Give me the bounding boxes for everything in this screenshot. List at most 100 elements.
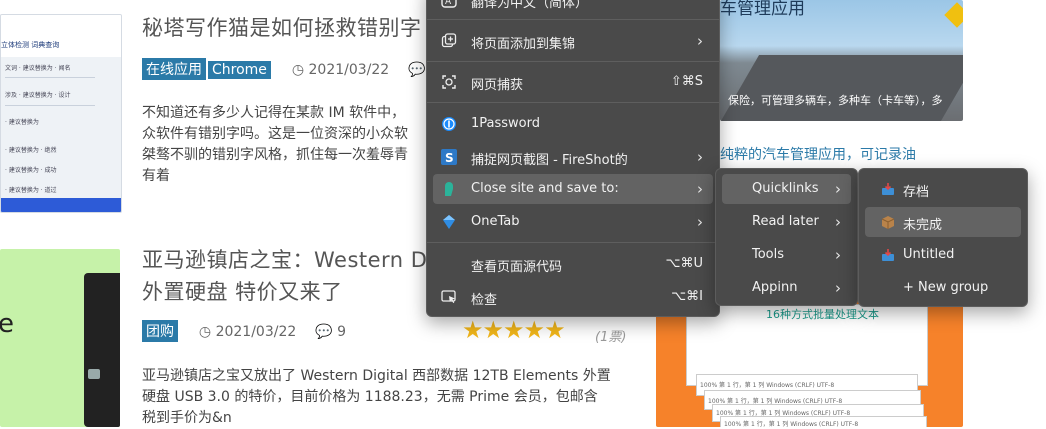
menu-item-label: OneTab	[471, 214, 520, 229]
quicklinks-submenu: 存档 未完成 Untitled + New group	[858, 168, 1028, 307]
tag-link[interactable]: 团购	[142, 320, 178, 342]
post1-thumbnail[interactable]: 立体检测 词典查询 文词 · 建议替换为 · 闻名 涉及 · 建议替换为 · 设…	[0, 14, 122, 213]
chevron-right-icon: ›	[697, 180, 703, 198]
thumbnail-row: · 建议替换为	[5, 119, 39, 126]
menu-shortcut: ⇧⌘S	[670, 74, 703, 89]
menu-separator	[427, 102, 719, 103]
thumbnail-title: 车管理应用	[720, 0, 805, 19]
chevron-right-icon: ›	[697, 148, 703, 166]
post-meta: 在线应用Chrome ◷ 2021/03/22 💬 16	[142, 58, 448, 80]
menu-item-label: 捕捉网页截图 - FireShot的	[471, 153, 628, 168]
submenu-item-tools[interactable]: Tools ›	[722, 240, 851, 270]
menu-item-translate[interactable]: A 翻译为中文（简体）	[433, 0, 713, 15]
car-app-thumbnail[interactable]: 车管理应用 保险，可管理多辆车，多种车（卡车等），多	[720, 0, 963, 121]
menu-item-onetab[interactable]: OneTab ›	[433, 207, 713, 237]
thumbnail-row: · 建议替换为 · 成功	[5, 167, 57, 174]
1password-icon	[441, 116, 457, 132]
chevron-right-icon: ›	[697, 213, 703, 231]
thumbnail-text: e	[0, 309, 14, 339]
status-line: 100% 第 1 行，第 1 列 Windows (CRLF) UTF-8	[724, 421, 859, 427]
vote-count: (1票)	[595, 330, 627, 345]
text-tool-thumbnail[interactable]: 16种方式批量处理文本 100% 第 1 行，第 1 列 Windows (CR…	[656, 300, 963, 427]
menu-item-label: Close site and save to:	[471, 181, 619, 196]
menu-shortcut: ⌥⌘U	[665, 256, 704, 271]
post-excerpt: 亚马逊镇店之宝又放出了 Western Digital 西部数据 12TB El…	[142, 366, 642, 429]
sidebar-excerpt[interactable]: 纯粹的汽车管理应用，可记录油	[720, 144, 916, 164]
post-meta: 团购 ◷ 2021/03/22 💬 9	[142, 320, 346, 342]
menu-item-close-site-and-save[interactable]: Close site and save to: ›	[433, 174, 713, 204]
divider	[5, 77, 95, 78]
menu-shortcut: ⌥⌘I	[671, 289, 703, 304]
menu-item-web-capture[interactable]: 网页捕获 ⇧⌘S	[433, 67, 713, 97]
menu-item-inspect[interactable]: 检查 ⌥⌘I	[433, 282, 713, 312]
submenu-item-quicklinks[interactable]: Quicklinks ›	[722, 174, 851, 204]
thumbnail-caption: 保险，可管理多辆车，多种车（卡车等），多	[728, 94, 943, 107]
comment-icon: 💬	[408, 62, 426, 78]
menu-item-label: Appinn	[752, 280, 798, 295]
closesite-icon	[441, 181, 457, 197]
fireshot-icon: S	[441, 149, 457, 165]
inspect-icon	[441, 289, 457, 305]
translate-icon: A	[441, 0, 457, 8]
chevron-right-icon: ›	[835, 246, 841, 264]
submenu-item-appinn[interactable]: Appinn ›	[722, 273, 851, 303]
excerpt-line: 亚马逊镇店之宝又放出了 Western Digital 西部数据 12TB El…	[142, 368, 611, 384]
post-excerpt: 不知道还有多少人记得在某款 IM 软件中， 众软件有错别字吗。这是一位资深的小众…	[142, 103, 432, 187]
menu-item-fireshot[interactable]: S 捕捉网页截图 - FireShot的 ›	[433, 142, 713, 172]
tag-link[interactable]: 在线应用	[142, 58, 206, 80]
onetab-icon	[441, 214, 457, 230]
post-title[interactable]: 秘塔写作猫是如何拯救错别字	[142, 12, 422, 42]
thumbnail-footer	[1, 198, 121, 212]
thumbnail-row: 涉及 · 建议替换为 · 设计	[5, 92, 71, 99]
package-icon	[881, 215, 895, 229]
menu-item-label: 网页捕获	[471, 78, 524, 93]
menu-item-view-source[interactable]: 查看页面源代码 ⌥⌘U	[433, 249, 713, 279]
post2-thumbnail[interactable]: e	[0, 249, 120, 427]
submenu-item-read-later[interactable]: Read later ›	[722, 207, 851, 237]
menu-item-label: Read later	[752, 214, 819, 229]
menu-item-label: 将页面添加到集锦	[471, 37, 576, 52]
inbox-tray-icon	[881, 182, 895, 196]
menu-item-label: 存档	[903, 185, 930, 200]
post-title-line2[interactable]: 外置硬盘 特价又来了	[142, 276, 343, 306]
clock-icon: ◷	[198, 324, 212, 340]
thumbnail-row: · 建议替换为 · 绝然	[5, 147, 57, 154]
comment-icon: 💬	[315, 324, 333, 340]
thumbnail-title: 16种方式批量处理文本	[766, 308, 879, 321]
submenu-item-unfinished[interactable]: 未完成	[865, 207, 1021, 237]
submenu-item-new-group[interactable]: + New group	[865, 273, 1021, 303]
divider	[5, 105, 95, 106]
thumbnail-row: · 建议替换为 · 道过	[5, 187, 57, 194]
clock-icon: ◷	[291, 62, 305, 78]
submenu-item-archive[interactable]: 存档	[865, 174, 1021, 204]
menu-item-1password[interactable]: 1Password	[433, 109, 713, 139]
menu-item-label: 未完成	[903, 218, 943, 233]
group-submenu: Quicklinks › Read later › Tools › Appinn…	[715, 168, 858, 306]
wd-logo	[88, 369, 100, 379]
tag-link[interactable]: Chrome	[208, 61, 271, 79]
menu-item-label: Tools	[752, 247, 785, 262]
menu-separator	[427, 61, 719, 62]
comment-count[interactable]: 9	[337, 324, 346, 340]
excerpt-line: 税到手价为&n	[142, 410, 232, 426]
menu-item-label: 翻译为中文（简体）	[471, 0, 589, 11]
chevron-right-icon: ›	[697, 32, 703, 50]
submenu-item-untitled[interactable]: Untitled	[865, 240, 1021, 270]
svg-text:S: S	[445, 151, 454, 165]
thumbnail-header	[1, 15, 121, 57]
menu-item-add-to-collections[interactable]: 将页面添加到集锦 ›	[433, 26, 713, 56]
road-sign-image	[944, 2, 963, 28]
chevron-right-icon: ›	[835, 213, 841, 231]
menu-item-label: Quicklinks	[752, 181, 819, 196]
excerpt-line: 桀骜不驯的错别字风格，抓住每一次羞辱青	[142, 147, 408, 163]
road-image	[720, 55, 963, 121]
chevron-right-icon: ›	[835, 180, 841, 198]
menu-item-label: 检查	[471, 293, 498, 308]
menu-separator	[427, 242, 719, 243]
post-title[interactable]: 亚马逊镇店之宝：Western D	[142, 244, 427, 274]
menu-item-label: 查看页面源代码	[471, 260, 563, 275]
rating-stars[interactable]: ★★★★★	[462, 316, 566, 344]
menu-item-label: Untitled	[903, 247, 955, 262]
excerpt-line: 不知道还有多少人记得在某款 IM 软件中，	[142, 105, 406, 121]
thumbnail-tabs: 立体检测 词典查询	[1, 41, 60, 49]
